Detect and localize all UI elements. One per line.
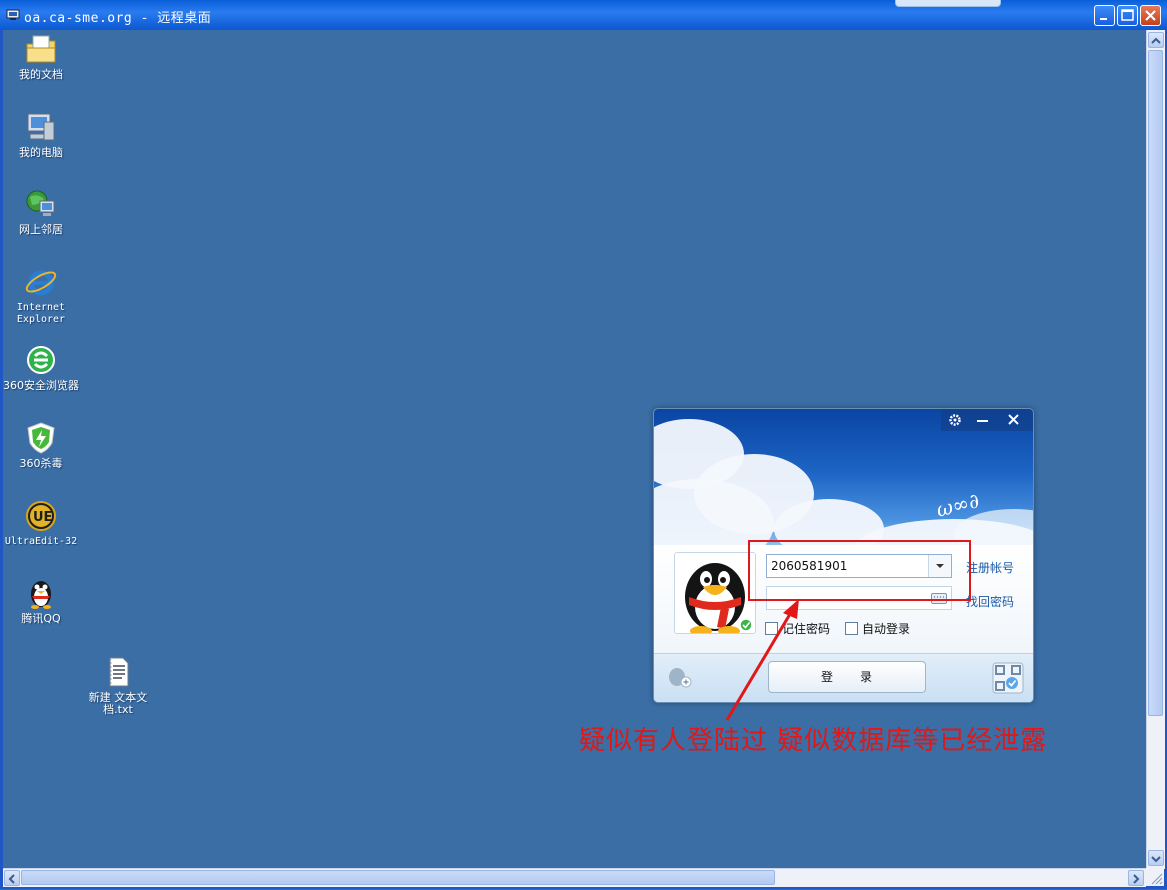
auto-login-checkbox[interactable]: 自动登录 [845,620,910,637]
desktop-icon-my-documents[interactable]: 我的文档 [3,32,81,81]
minimize-icon [977,420,988,422]
desktop-icon-label: UltraEdit-32 [4,536,78,547]
text-file-icon [109,657,129,687]
register-account-link[interactable]: 注册帐号 [966,559,1014,576]
window-title-bar[interactable]: oa.ca-sme.org - 远程桌面 [0,0,1167,30]
add-account-icon[interactable] [666,667,694,689]
desktop-icon-text-file[interactable]: 新建 文本文档.txt [78,655,158,716]
chevron-left-icon [8,874,15,884]
annotation-text: 疑似有人登陆过 疑似数据库等已经泄露 [579,726,1048,756]
gear-icon [949,414,961,426]
desktop-icon-internet-explorer[interactable]: Internet Explorer [3,265,81,326]
close-icon [1145,10,1156,21]
desktop-icon-label: 我的文档 [19,68,63,81]
internet-explorer-icon [25,270,57,296]
window-title: oa.ca-sme.org - 远程桌面 [24,11,212,26]
my-computer-icon [27,113,55,141]
desktop-icon-my-computer[interactable]: 我的电脑 [3,110,81,159]
annotation-highlight-box [748,540,971,601]
close-icon [1008,414,1019,425]
checkbox-box[interactable] [845,622,858,635]
chevron-down-icon [1151,856,1161,863]
desktop-icon-label: Internet Explorer [16,302,66,325]
my-documents-icon [26,35,56,63]
svg-text:UE: UE [33,510,52,525]
desktop-icon-label: 腾讯QQ [21,612,61,625]
vertical-scrollbar[interactable] [1146,30,1165,869]
360-browser-icon [27,346,55,374]
desktop-icon-label: 我的电脑 [19,146,63,159]
qq-settings-button[interactable] [941,409,969,431]
minimize-button[interactable] [1094,5,1115,26]
annotation-arrow-icon [725,599,799,721]
desktop-icon-network-places[interactable]: 网上邻居 [3,187,81,236]
ultraedit-icon: UE [26,501,56,531]
qq-penguin-icon [31,581,51,609]
scroll-right-button[interactable] [1128,870,1144,886]
desktop-icon-360-browser[interactable]: 360安全浏览器 [3,343,81,392]
resize-grip-icon [1151,873,1163,885]
chevron-right-icon [1133,874,1140,884]
scroll-left-button[interactable] [4,870,20,886]
qq-close-button[interactable] [1000,409,1028,431]
desktop-icon-label: 新建 文本文档.txt [88,691,148,716]
connection-bar[interactable] [895,0,1001,7]
minimize-icon [1100,18,1107,20]
maximize-button[interactable] [1117,5,1138,26]
recover-password-link[interactable]: 找回密码 [966,593,1014,610]
maximize-icon [1121,9,1134,21]
desktop-icon-label: 网上邻居 [19,223,63,236]
close-button[interactable] [1140,5,1161,26]
network-places-icon [26,190,55,216]
qq-minimize-button[interactable] [969,409,997,431]
desktop-icon-qq[interactable]: 腾讯QQ [3,576,81,625]
qr-code-login-icon[interactable] [992,662,1024,694]
scroll-up-button[interactable] [1148,32,1164,48]
desktop-icon-label: 360杀毒 [19,457,63,470]
scroll-down-button[interactable] [1148,850,1164,866]
chevron-up-icon [1151,37,1161,44]
qq-sky-banner: ω∞∂ [654,409,1033,549]
vertical-scroll-thumb[interactable] [1148,50,1163,716]
horizontal-scroll-thumb[interactable] [21,870,775,885]
size-grip[interactable] [1146,868,1164,886]
remote-desktop-icon [6,9,20,20]
horizontal-scrollbar[interactable] [3,868,1146,887]
desktop-icon-label: 360安全浏览器 [3,379,79,392]
desktop-icon-360-antivirus[interactable]: 360杀毒 [3,421,81,470]
360-antivirus-icon [27,422,55,454]
desktop-icon-ultraedit[interactable]: UE UltraEdit-32 [3,499,81,548]
checkbox-label: 自动登录 [862,622,911,636]
